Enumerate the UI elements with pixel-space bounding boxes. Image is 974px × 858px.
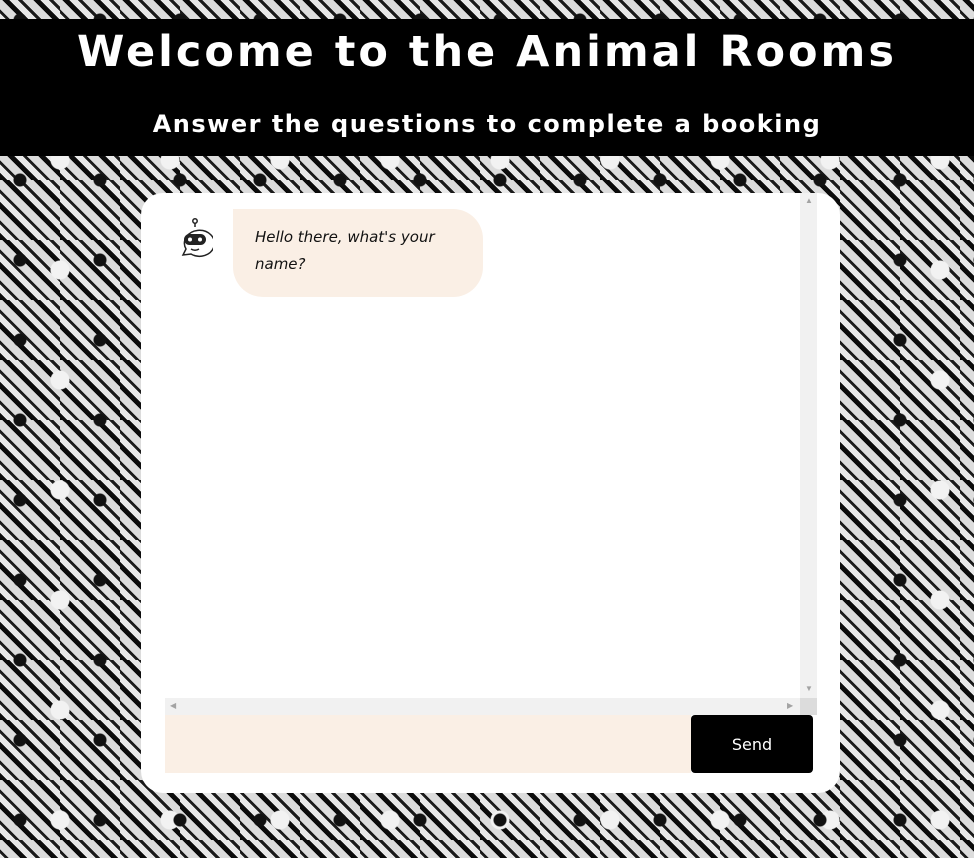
bot-message: Hello there, what's your name? bbox=[177, 209, 483, 297]
send-button[interactable]: Send bbox=[691, 715, 813, 773]
vertical-scrollbar[interactable]: ▲ ▼ bbox=[800, 193, 817, 698]
chat-window: Hello there, what's your name? ▲ ▼ ◀ ▶ S… bbox=[141, 193, 840, 793]
horizontal-scrollbar[interactable]: ◀ ▶ bbox=[165, 698, 800, 715]
page-title: Welcome to the Animal Rooms bbox=[77, 27, 897, 77]
robot-icon bbox=[181, 218, 213, 258]
message-bubble: Hello there, what's your name? bbox=[233, 209, 483, 297]
scroll-up-icon[interactable]: ▲ bbox=[805, 197, 813, 205]
page-subtitle: Answer the questions to complete a booki… bbox=[152, 110, 822, 138]
scroll-left-icon[interactable]: ◀ bbox=[170, 702, 176, 710]
page-header: Welcome to the Animal Rooms Answer the q… bbox=[0, 19, 974, 156]
message-list[interactable]: Hello there, what's your name? bbox=[165, 193, 817, 698]
scroll-right-icon[interactable]: ▶ bbox=[787, 702, 793, 710]
scroll-down-icon[interactable]: ▼ bbox=[805, 685, 813, 693]
scrollbar-corner bbox=[800, 698, 817, 715]
message-input[interactable] bbox=[165, 715, 691, 773]
